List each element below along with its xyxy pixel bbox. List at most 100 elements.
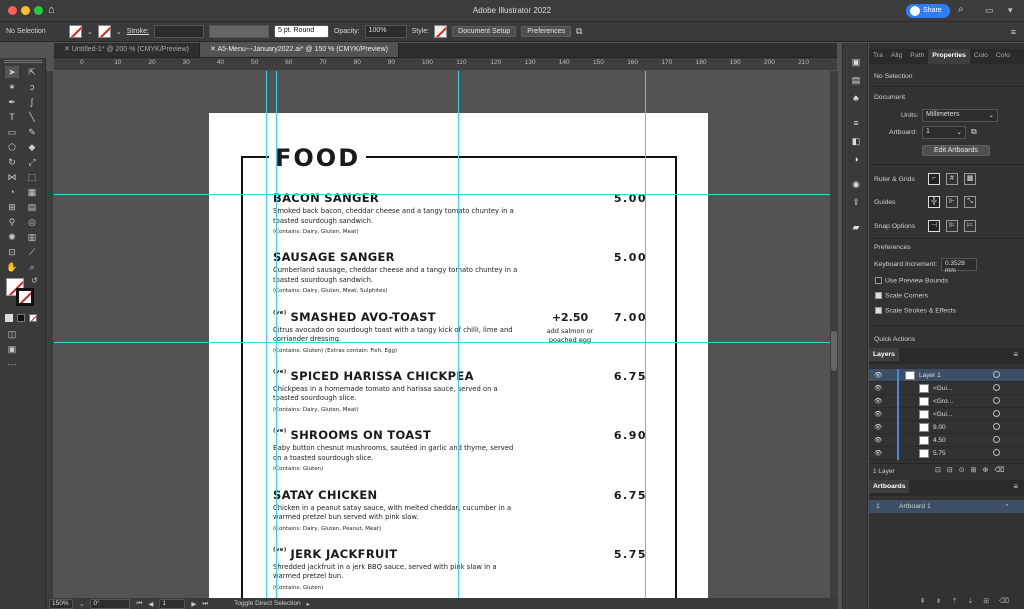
visibility-eye-icon[interactable]: 👁 [874,397,882,405]
previous-artboard-icon[interactable]: ◀ [148,600,153,608]
tab-pathfinder[interactable]: Path [906,49,928,64]
panel-menu-icon[interactable]: ≡ [1013,482,1018,491]
keyboard-increment-field[interactable]: 0.3528 mm [941,258,977,274]
sublayer-row[interactable]: 👁 <Gro... [869,395,1024,408]
first-artboard-icon[interactable]: ⏮ [136,600,142,608]
target-icon[interactable] [993,436,1000,443]
selection-tool-icon[interactable]: ➤ [5,66,19,78]
lasso-tool-icon[interactable]: ↄ [25,81,39,93]
chevron-down-icon[interactable]: ⌄ [79,600,84,608]
asset-export-icon[interactable]: ⇪ [850,197,862,207]
search-icon[interactable]: ⌕ [958,4,964,15]
snap-to-grid-icon[interactable]: ⊫ [946,220,958,232]
document-setup-button[interactable]: Document Setup [452,26,517,37]
visibility-eye-icon[interactable]: 👁 [874,449,882,457]
draw-mode-icon[interactable]: ◫ [5,328,19,340]
panel-menu-icon[interactable]: ≡ [1011,27,1016,37]
vertical-scrollbar[interactable] [830,71,838,598]
use-preview-bounds-checkbox[interactable]: Use Preview Bounds [875,277,948,284]
paintbrush-tool-icon[interactable]: ✎ [25,126,39,138]
rotation-field[interactable]: 0° [90,598,131,609]
shape-builder-tool-icon[interactable]: ◔ [5,186,19,198]
target-icon[interactable] [993,384,1000,391]
direct-selection-tool-icon[interactable]: ⇱ [25,66,39,78]
shaper-tool-icon[interactable]: ⬠ [5,141,19,153]
artboard-options-icon[interactable]: ▫ [1006,502,1008,509]
perspective-grid-tool-icon[interactable]: ▦ [25,186,39,198]
gradient-mode-icon[interactable] [17,314,25,322]
comments-icon[interactable]: ▰ [850,222,862,232]
opacity-label[interactable]: Opacity: [334,28,360,35]
align-icon[interactable]: ≡ [850,118,862,128]
layer-row-main[interactable]: 👁 Layer 1 [869,369,1024,382]
zoom-field[interactable]: 150% [49,598,73,609]
rotate-tool-icon[interactable]: ↻ [5,156,19,168]
stroke-swatch[interactable] [97,25,111,38]
menu-item[interactable]: SAUSAGE SANGER Cumberland sausage, chedda… [273,250,653,294]
libraries-icon[interactable]: ▣ [850,57,862,67]
last-artboard-icon[interactable]: ⏭ [202,600,208,608]
sublayer-row[interactable]: 👁 <Gui... [869,408,1024,421]
symbol-sprayer-tool-icon[interactable]: ✺ [5,231,19,243]
toolbar-grip[interactable] [4,60,42,63]
swap-colors-icon[interactable]: ↺ [31,276,38,285]
checkbox-checked[interactable] [875,307,882,314]
scale-corners-checkbox[interactable]: Scale Corners [875,292,928,299]
status-action[interactable]: Toggle Direct Selection [234,600,300,607]
type-tool-icon[interactable]: T [5,111,19,123]
scroll-thumb[interactable] [831,331,837,371]
artboard-options-icon[interactable]: ⧉ [971,127,977,137]
opacity-field[interactable]: 100% [364,25,407,38]
sublayer-row[interactable]: 👁 5.75 [869,447,1024,460]
tab-align[interactable]: Alig [887,49,906,64]
stroke-label[interactable]: Stroke: [127,28,149,35]
rulers-icon[interactable]: ⌐ [928,173,940,185]
tab-transform[interactable]: Tra [869,49,887,64]
checkbox-checked[interactable] [875,292,882,299]
visibility-eye-icon[interactable]: 👁 [874,436,882,444]
zoom-tool-icon[interactable]: ⌕ [25,261,39,273]
layer-action-icons[interactable]: ⊡⊟⊙⊞⊕⌫ [935,466,1010,474]
stroke-color-box[interactable] [16,288,34,306]
edit-artboards-button[interactable]: Edit Artboards [922,145,990,156]
blend-tool-icon[interactable]: ◎ [25,216,39,228]
pen-tool-icon[interactable]: ✒ [5,96,19,108]
scale-tool-icon[interactable]: ⤢ [25,156,39,168]
visibility-eye-icon[interactable]: 👁 [874,371,882,379]
variable-width-profile[interactable] [208,25,269,38]
more-tools-icon[interactable]: ⋯ [5,358,19,370]
horizontal-ruler[interactable]: 0 10 20 30 40 50 60 70 80 90 100 110 120 130 140 150 160… [54,58,837,71]
visibility-eye-icon[interactable]: 👁 [874,410,882,418]
width-tool-icon[interactable]: ⋈ [5,171,19,183]
grid-icon[interactable]: # [946,173,958,185]
gradient-tool-icon[interactable]: ▤ [25,201,39,213]
free-transform-tool-icon[interactable]: ⬚ [25,171,39,183]
color-mode-icon[interactable] [5,314,13,322]
target-icon[interactable] [993,449,1000,456]
close-icon[interactable]: ✕ [64,46,72,53]
line-tool-icon[interactable]: ╲ [25,111,39,123]
show-guides-icon[interactable]: ╬ [928,196,940,208]
smart-guides-icon[interactable]: ⤡ [964,196,976,208]
guide-vertical[interactable] [276,71,277,598]
guide-vertical[interactable] [266,71,267,598]
magic-wand-tool-icon[interactable]: ✶ [5,81,19,93]
chevron-down-icon[interactable]: ⌄ [87,28,93,36]
tab-properties[interactable]: Properties [928,49,970,64]
menu-item[interactable]: (ve) SHROOMS ON TOAST Baby button chesnut … [273,428,653,472]
hand-tool-icon[interactable]: ✋ [5,261,19,273]
menu-item[interactable]: (ve) SPICED HARISSA CHICKPEA Chickpeas in … [273,369,653,413]
menu-item[interactable]: SATAY CHICKEN Chicken in a peanut satay s… [273,488,653,532]
sublayer-row[interactable]: 👁 9.00 [869,421,1024,434]
panel-menu-icon[interactable]: ≡ [1013,350,1018,359]
rectangle-tool-icon[interactable]: ▭ [5,126,19,138]
artboard-dropdown[interactable]: 1 ⌄ [922,126,966,139]
lock-guides-icon[interactable]: ⊩ [946,196,958,208]
vertical-ruler[interactable] [46,71,54,598]
graph-tool-icon[interactable]: ▥ [25,231,39,243]
guide-horizontal[interactable] [54,342,830,343]
slice-tool-icon[interactable]: ⟋ [25,246,39,258]
style-swatch[interactable] [434,25,448,38]
artboard-action-icons[interactable]: ⇞⇟⇡⇣⊞⌫ [879,597,1019,605]
scale-strokes-checkbox[interactable]: Scale Strokes & Effects [875,307,956,314]
